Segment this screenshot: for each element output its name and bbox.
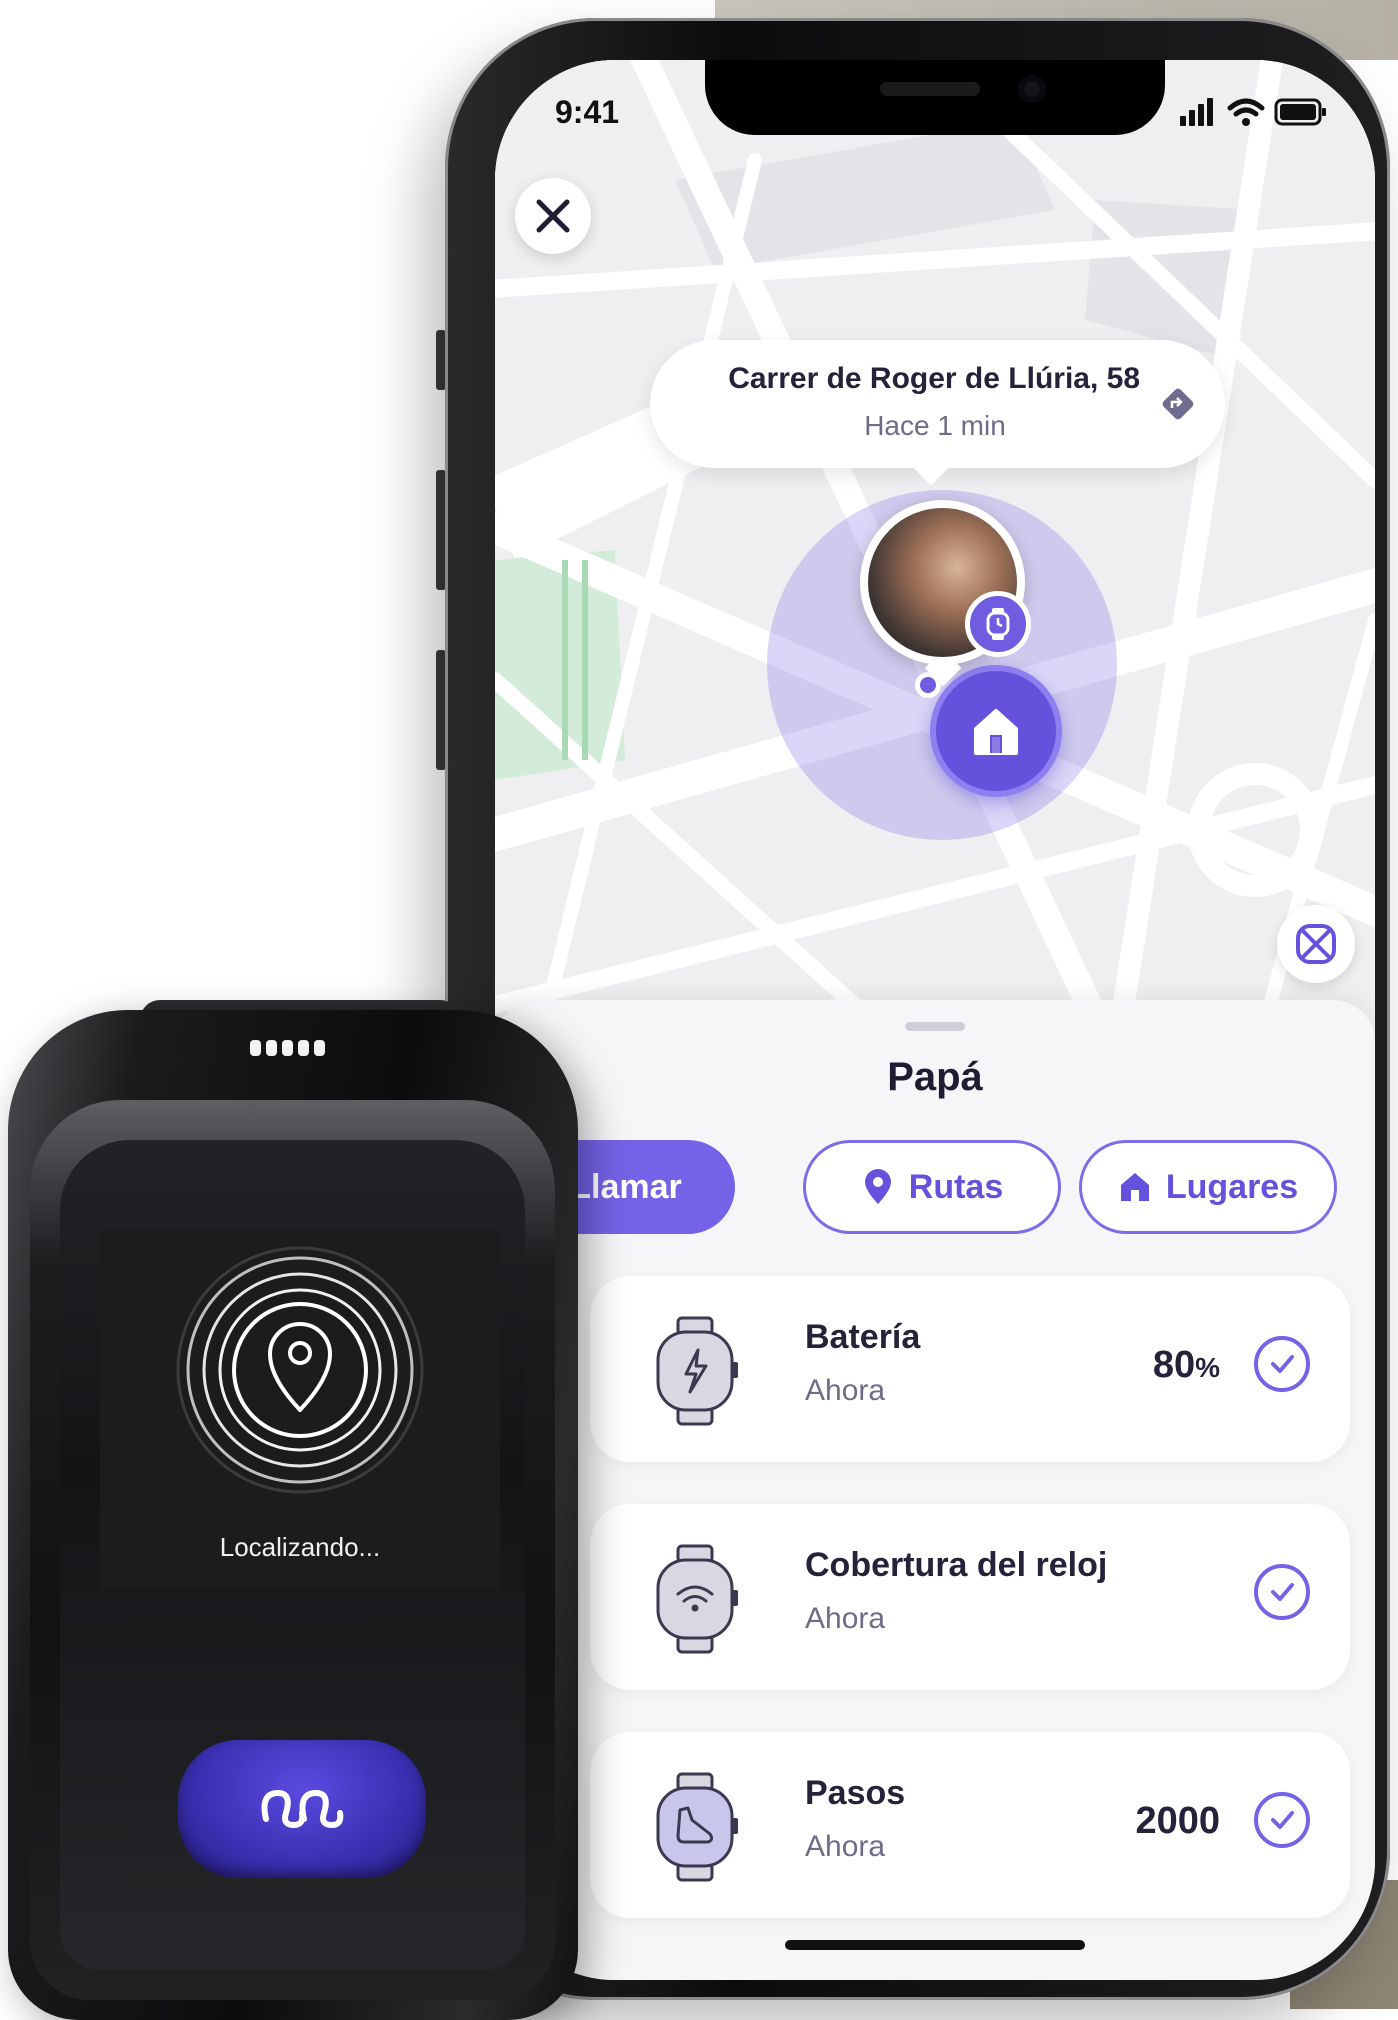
status-bar-time: 9:41 [555,94,620,130]
steps-time: Ahora [805,1830,886,1863]
front-camera [1018,75,1046,103]
wifi-watch-icon [656,1544,738,1654]
coverage-status-card[interactable]: Cobertura del reloj Ahora [590,1504,1350,1690]
places-button[interactable]: Lugares [1079,1140,1337,1234]
watch-sos-button[interactable] [178,1740,426,1878]
home-icon [974,709,1018,755]
locating-icon [176,1246,424,1494]
battery-value-number: 80 [1152,1344,1196,1386]
directions-icon[interactable] [1160,386,1196,422]
coverage-time: Ahora [805,1602,886,1635]
recenter-button[interactable] [1277,905,1355,983]
phone-screen: 9:41 Carrer de Roger de Llúria, 58 Hace … [495,60,1375,1980]
phone-notch [705,60,1165,135]
location-updated-time: Hace 1 min [864,410,1006,441]
wifi-icon [1227,98,1265,126]
watch-speaker-grill [250,1040,325,1056]
watch-icon [986,608,1010,640]
home-icon [1120,1173,1149,1201]
coverage-label: Cobertura del reloj [805,1546,1108,1584]
battery-value: 80% [1153,1344,1220,1387]
earpiece-speaker [880,82,980,96]
close-button[interactable] [515,178,591,254]
location-pin-icon [864,1169,891,1204]
brand-logo-icon [261,1789,344,1829]
home-marker[interactable] [930,665,1062,797]
routes-button[interactable]: Rutas [803,1140,1061,1234]
home-indicator[interactable] [785,1940,1085,1950]
status-bar-icons [1180,98,1330,132]
places-label: Lugares [1165,1167,1299,1206]
battery-status-card[interactable]: Batería Ahora 80% [590,1276,1350,1462]
steps-value: 2000 [1135,1800,1220,1842]
coverage-check-icon [1254,1564,1310,1620]
battery-watch-icon [656,1316,738,1426]
sheet-grabber[interactable] [905,1022,965,1031]
steps-status-card[interactable]: Pasos Ahora 2000 [590,1732,1350,1918]
watch-display: Localizando... [100,1230,500,1590]
watch-status-text: Localizando... [219,1532,381,1562]
battery-time: Ahora [805,1374,886,1407]
watch-badge [965,591,1031,657]
call-label: Llamar [570,1167,682,1206]
steps-watch-icon [656,1772,738,1882]
profile-name: Papá [887,1055,983,1099]
steps-check-icon [1254,1792,1310,1848]
close-icon [536,199,570,233]
user-avatar-marker[interactable] [860,500,1031,687]
location-address: Carrer de Roger de Llúria, 58 [728,362,1140,395]
profile-bottom-sheet[interactable]: Papá Llamar Rutas Lugares Batería Ahora … [495,1000,1375,1980]
steps-label: Pasos [805,1774,906,1812]
battery-icon [1274,98,1326,126]
battery-value-unit: % [1195,1352,1220,1383]
routes-label: Rutas [908,1167,1004,1206]
location-callout[interactable]: Carrer de Roger de Llúria, 58 Hace 1 min [650,340,1225,468]
battery-label: Batería [805,1318,921,1356]
battery-check-icon [1254,1336,1310,1392]
compass-icon [1296,924,1336,964]
signal-icon [1180,98,1213,126]
